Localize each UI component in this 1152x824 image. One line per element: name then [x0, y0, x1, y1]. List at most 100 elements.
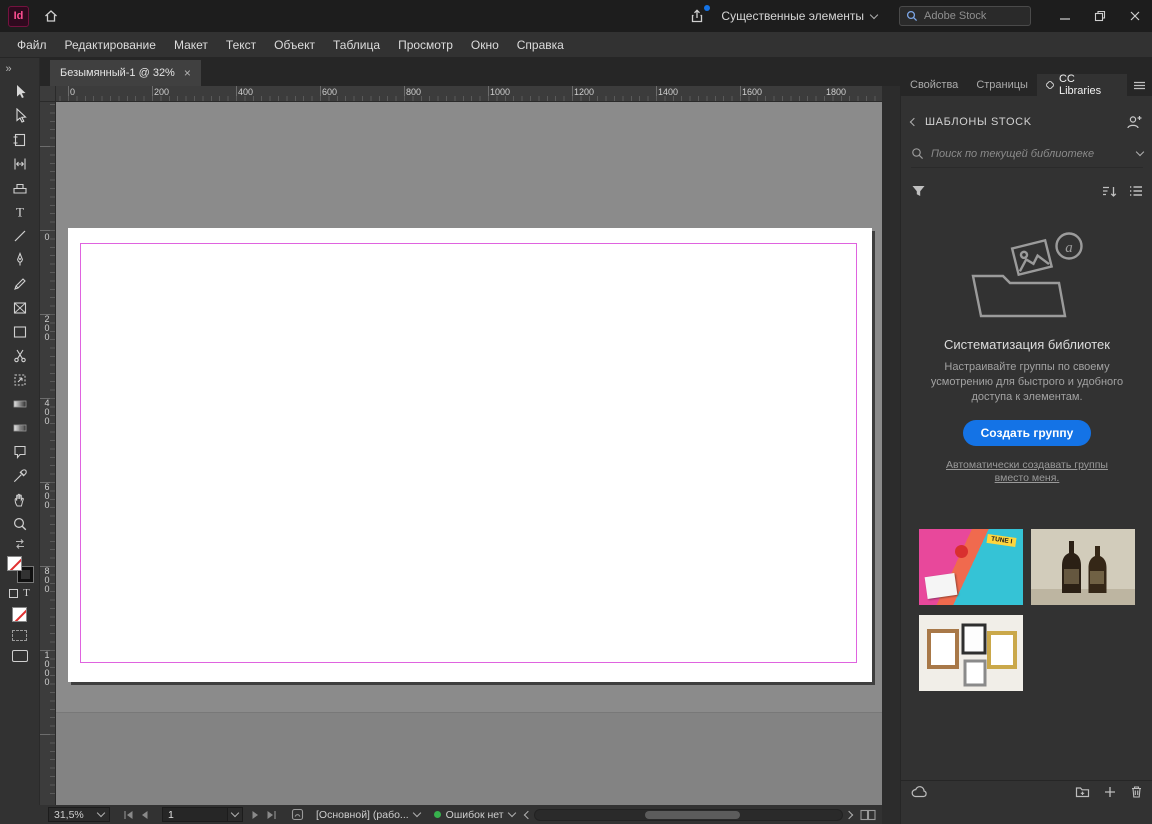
adobe-stock-search[interactable]	[899, 6, 1031, 26]
restore-button[interactable]	[1082, 0, 1117, 32]
chevron-down-icon[interactable]	[1136, 148, 1144, 156]
scissors-tool[interactable]	[0, 344, 40, 368]
eyedropper-tool[interactable]	[0, 464, 40, 488]
invite-person-icon[interactable]	[1125, 114, 1143, 130]
scroll-right-arrow[interactable]	[845, 810, 853, 818]
pen-tool[interactable]	[0, 248, 40, 272]
share-button[interactable]	[689, 8, 705, 24]
selection-tool[interactable]	[0, 80, 40, 104]
content-collector-tool[interactable]	[0, 176, 40, 200]
close-button[interactable]	[1117, 0, 1152, 32]
screen-mode-button[interactable]	[12, 650, 28, 662]
swap-fill-stroke-button[interactable]	[0, 536, 40, 552]
tab-properties[interactable]: Свойства	[901, 74, 967, 96]
menu-file[interactable]: Файл	[8, 32, 56, 58]
last-page-button[interactable]	[263, 807, 279, 822]
formatting-affects-text-icon[interactable]: T	[23, 587, 30, 599]
note-tool[interactable]	[0, 440, 40, 464]
scrollbar-thumb[interactable]	[645, 811, 740, 819]
fill-stroke-swatches[interactable]	[7, 556, 33, 582]
ruler-label: 0	[70, 87, 75, 97]
document-page[interactable]	[68, 228, 872, 682]
rectangle-frame-tool[interactable]	[0, 296, 40, 320]
minimize-button[interactable]	[1047, 0, 1082, 32]
menu-table[interactable]: Таблица	[324, 32, 389, 58]
rectangle-tool[interactable]	[0, 320, 40, 344]
zoom-level-combo[interactable]: 31,5%	[48, 807, 110, 822]
thumbnail-tag-label: TUNE I	[986, 534, 1016, 547]
library-search-input[interactable]	[931, 148, 1130, 160]
type-tool[interactable]: T	[0, 200, 40, 224]
pasteboard[interactable]	[56, 102, 882, 805]
scroll-left-arrow[interactable]	[523, 810, 531, 818]
apply-gradient-button[interactable]	[12, 630, 27, 641]
page-number-input[interactable]	[162, 807, 228, 822]
gap-tool[interactable]	[0, 152, 40, 176]
workspace-switcher[interactable]: Существенные элементы	[721, 9, 877, 23]
auto-group-link[interactable]: Автоматически создавать группы вместо ме…	[937, 459, 1117, 486]
sort-icon[interactable]	[1102, 185, 1117, 198]
pasteboard-icon[interactable]	[291, 808, 304, 821]
fill-swatch-none[interactable]	[7, 556, 22, 571]
panel-dock-strip	[901, 58, 1152, 74]
spread-view-icon[interactable]	[860, 809, 876, 821]
ruler-label: 600	[42, 482, 51, 509]
stock-thumbnail-frames[interactable]	[919, 615, 1023, 691]
free-transform-tool[interactable]	[0, 368, 40, 392]
adobe-stock-input[interactable]	[924, 10, 1024, 22]
stock-thumbnails-grid: TUNE I	[919, 529, 1135, 691]
horizontal-scroll-area	[525, 809, 852, 821]
tab-label: Свойства	[910, 79, 958, 91]
zoom-level-value: 31,5%	[54, 809, 84, 821]
page-number-dropdown[interactable]	[228, 807, 243, 822]
tab-close-icon[interactable]: ×	[184, 67, 191, 79]
library-header: ШАБЛОНЫ STOCK	[911, 110, 1143, 134]
next-page-button[interactable]	[247, 807, 263, 822]
line-tool[interactable]	[0, 224, 40, 248]
pencil-tool[interactable]	[0, 272, 40, 296]
tab-pages[interactable]: Страницы	[967, 74, 1037, 96]
prev-page-button[interactable]	[136, 807, 152, 822]
menu-object[interactable]: Объект	[265, 32, 324, 58]
home-button[interactable]	[43, 8, 59, 24]
menu-type[interactable]: Текст	[217, 32, 265, 58]
first-page-button[interactable]	[120, 807, 136, 822]
apply-none-button[interactable]	[12, 607, 27, 622]
horizontal-ruler[interactable]: 0 200 400 600 800 1000 1200 1400 1600 18…	[56, 86, 882, 102]
gradient-feather-tool[interactable]	[0, 416, 40, 440]
menu-edit[interactable]: Редактирование	[56, 32, 165, 58]
sync-cloud-icon[interactable]	[911, 786, 928, 798]
horizontal-scrollbar[interactable]	[534, 809, 843, 821]
tab-cc-libraries[interactable]: CC Libraries	[1037, 74, 1127, 96]
vertical-ruler[interactable]: 0 200 400 600 800 1000	[40, 102, 56, 805]
ruler-label: 400	[42, 398, 51, 425]
menu-window[interactable]: Окно	[462, 32, 508, 58]
new-group-folder-icon[interactable]	[1075, 785, 1090, 798]
formatting-affects-container-icon[interactable]	[9, 589, 18, 598]
zoom-tool[interactable]	[0, 512, 40, 536]
trash-icon[interactable]	[1130, 785, 1143, 798]
preflight-profile-combo[interactable]: [Основной] (рабо...	[316, 809, 420, 821]
document-tab[interactable]: Безымянный-1 @ 32% ×	[50, 60, 201, 86]
menu-layout[interactable]: Макет	[165, 32, 217, 58]
library-search[interactable]	[911, 140, 1143, 168]
menu-help[interactable]: Справка	[508, 32, 573, 58]
direct-selection-tool[interactable]	[0, 104, 40, 128]
create-group-button[interactable]: Создать группу	[963, 420, 1092, 446]
list-view-icon[interactable]	[1129, 185, 1143, 197]
filter-icon[interactable]	[911, 184, 926, 198]
ruler-origin-corner[interactable]	[40, 86, 56, 102]
workspace-label: Существенные элементы	[721, 9, 864, 23]
back-chevron-icon[interactable]	[910, 118, 918, 126]
stock-thumbnail-collage[interactable]: TUNE I	[919, 529, 1023, 605]
toolbar-expand-button[interactable]: »	[0, 58, 40, 80]
menu-view[interactable]: Просмотр	[389, 32, 462, 58]
stock-thumbnail-bottles[interactable]	[1031, 529, 1135, 605]
add-item-plus-icon[interactable]	[1104, 786, 1116, 798]
gradient-swatch-tool[interactable]	[0, 392, 40, 416]
panel-menu-button[interactable]	[1127, 74, 1152, 96]
page-tool[interactable]	[0, 128, 40, 152]
thumbnail-card-shape	[925, 573, 958, 599]
hand-tool[interactable]	[0, 488, 40, 512]
preflight-status-combo[interactable]: Ошибок нет	[434, 809, 515, 821]
